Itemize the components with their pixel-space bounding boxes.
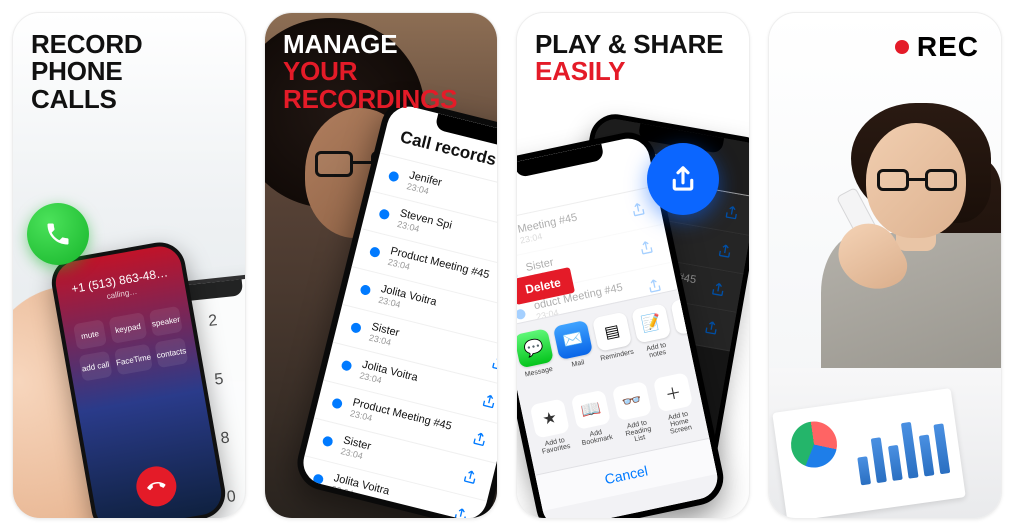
glasses-icon: [877, 169, 963, 191]
row-share-button[interactable]: [480, 392, 498, 411]
bar: [888, 445, 903, 481]
action-bookmark[interactable]: 📖Add Bookmark: [570, 389, 617, 454]
contacts-button[interactable]: contacts: [154, 337, 188, 368]
screenshot-card-manage: Manage Your Recordings Call records Jeni…: [264, 12, 498, 519]
screenshot-card-rec: REC: [768, 12, 1002, 519]
row-share-button[interactable]: [470, 429, 489, 448]
row-share-button[interactable]: [637, 238, 656, 257]
bar: [933, 423, 950, 474]
card-title: Record Phone Calls: [31, 31, 227, 113]
addcall-button[interactable]: add call: [79, 351, 113, 382]
unread-dot-icon: [378, 208, 390, 220]
rec-indicator: REC: [895, 31, 979, 63]
phone-icon: [44, 220, 72, 248]
share-icon: [668, 164, 698, 194]
mute-button[interactable]: mute: [73, 319, 107, 350]
share-app-notes[interactable]: 📝Add to notes: [631, 303, 675, 361]
bookmark-icon: 📖: [571, 390, 611, 430]
card-title: Play & Share Easily: [535, 31, 731, 86]
share-app-mail[interactable]: ✉️Mail: [553, 320, 597, 378]
title-line: Play & Share: [535, 29, 723, 59]
title-line: Phone: [31, 56, 122, 86]
phone-icon: [143, 474, 168, 499]
title-line: Record: [31, 29, 142, 59]
action-favorites[interactable]: ★Add to Favorites: [529, 398, 576, 463]
screenshot-card-record: Record Phone Calls 1 2 3 4 5 6 7 8 9 * 0…: [12, 12, 246, 519]
title-line: Manage: [283, 29, 397, 59]
call-button[interactable]: [27, 203, 89, 265]
title-line: Calls: [31, 84, 117, 114]
unread-dot-icon: [350, 322, 362, 334]
message-icon: 💬: [516, 328, 554, 368]
row-share-button[interactable]: [461, 467, 480, 486]
unread-dot-icon: [312, 473, 324, 485]
row-share-button[interactable]: [629, 200, 648, 219]
unread-dot-icon: [331, 397, 343, 409]
reminders-icon: ▤: [592, 311, 632, 351]
unread-dot-icon: [359, 284, 371, 296]
end-call-button[interactable]: [133, 463, 179, 509]
share-button[interactable]: [647, 143, 719, 215]
pie-chart-icon: [788, 419, 840, 471]
share-sheet: 💬Message ✉️Mail ▤Reminders 📝Add to notes…: [516, 289, 721, 519]
bar: [919, 435, 935, 477]
bar: [857, 456, 871, 485]
unread-dot-icon: [341, 360, 353, 372]
speaker-button[interactable]: speaker: [149, 306, 183, 337]
row-share-button[interactable]: [489, 354, 498, 373]
record-dot-icon: [895, 40, 909, 54]
share-app-reminders[interactable]: ▤Reminders: [592, 311, 636, 369]
action-readinglist[interactable]: 👓Add to Reading List: [611, 381, 658, 446]
bar: [901, 422, 919, 479]
screenshot-card-share: Play & Share Easily Records Meeting #452…: [516, 12, 750, 519]
unread-dot-icon: [369, 246, 381, 258]
card-title: Manage Your Recordings: [283, 31, 479, 113]
share-app-message[interactable]: 💬Message: [516, 328, 558, 386]
plus-icon: ＋: [653, 372, 693, 412]
rec-label: REC: [917, 31, 979, 63]
keypad-key[interactable]: 3: [234, 307, 246, 363]
bar: [871, 437, 887, 483]
unread-dot-icon: [388, 170, 400, 182]
title-line: Your Recordings: [283, 58, 479, 113]
title-line: Easily: [535, 58, 731, 85]
row-share-button[interactable]: [451, 505, 470, 519]
mail-icon: ✉️: [553, 320, 593, 360]
notes-icon: 📝: [631, 303, 671, 343]
unread-dot-icon: [322, 435, 334, 447]
keypad-key[interactable]: 6: [240, 366, 246, 422]
keypad-button[interactable]: keypad: [108, 312, 147, 344]
action-homescreen[interactable]: ＋Add to Home Screen: [652, 372, 699, 437]
unread-dot-icon: [516, 308, 526, 320]
star-icon: ★: [530, 398, 570, 438]
in-call-controls: mute keypad speaker add call FaceTime co…: [73, 306, 188, 382]
facetime-button[interactable]: FaceTime: [114, 344, 153, 376]
bar-chart-icon: [851, 404, 950, 486]
glasses-icon: 👓: [612, 381, 652, 421]
